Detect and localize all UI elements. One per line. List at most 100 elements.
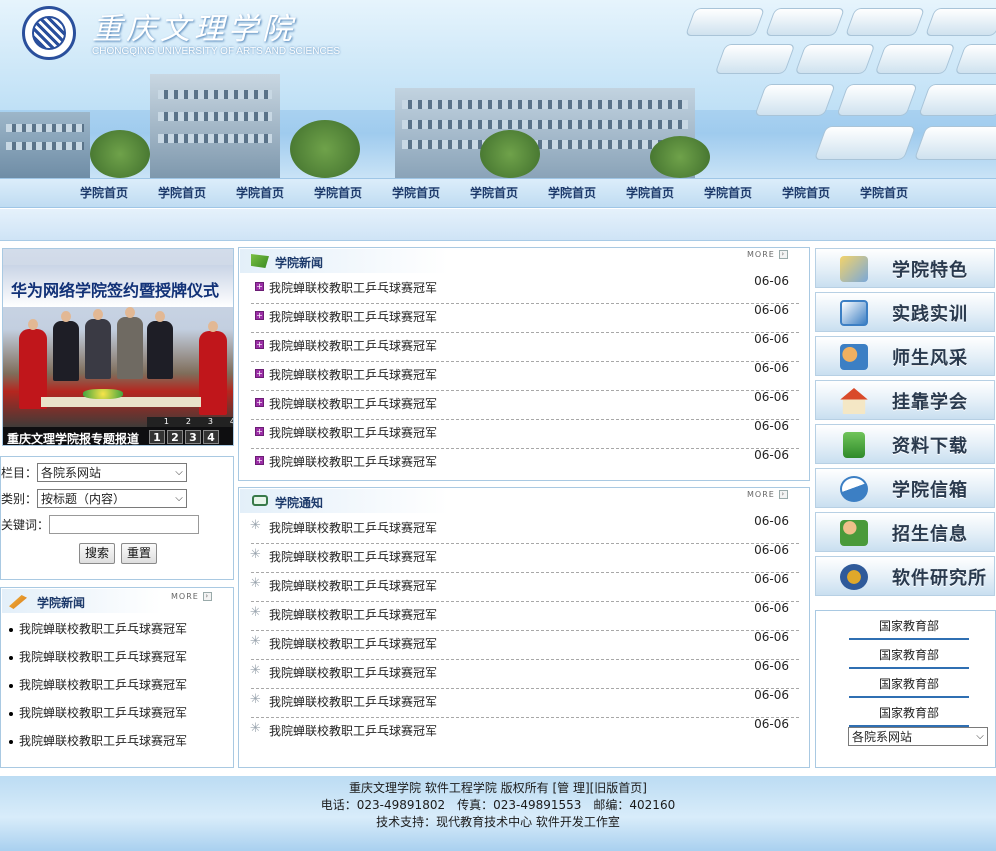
notice-row-date: 06-06: [754, 543, 789, 557]
slideshow-figure: [117, 317, 143, 379]
center-news-panel: 学院新闻 MORE › + 我院蝉联校教职工乒乓球赛冠军 06-06 + 我院蝉联校教职…: [238, 247, 810, 481]
nav-item-home[interactable]: 学院首页: [548, 179, 626, 208]
notice-row-title: 我院蝉联校教职工乒乓球赛冠军: [269, 724, 438, 738]
notice-row[interactable]: ✳ 我院蝉联校教职工乒乓球赛冠军 06-06: [250, 630, 799, 660]
menu-admissions[interactable]: 招生信息: [815, 512, 995, 552]
news-row-title: 我院蝉联校教职工乒乓球赛冠军: [269, 455, 438, 469]
slideshow-figure-head: [93, 309, 103, 320]
list-item[interactable]: 我院蝉联校教职工乒乓球赛冠军: [9, 620, 187, 637]
nav-item-home[interactable]: 学院首页: [314, 179, 392, 208]
slideshow-thumb-4[interactable]: 4: [213, 417, 233, 427]
news-row[interactable]: + 我院蝉联校教职工乒乓球赛冠军 06-06: [251, 390, 799, 420]
globe-icon: [840, 564, 868, 590]
news-row[interactable]: + 我院蝉联校教职工乒乓球赛冠军 06-06: [251, 448, 799, 478]
menu-software-institute[interactable]: 软件研究所: [815, 556, 995, 596]
menu-practice-training[interactable]: 实践实训: [815, 292, 995, 332]
menu-downloads[interactable]: 资料下载: [815, 424, 995, 464]
notice-row[interactable]: ✳ 我院蝉联校教职工乒乓球赛冠军 06-06: [250, 659, 799, 689]
menu-label: 学院特色: [892, 260, 968, 281]
banner-tree: [650, 136, 710, 178]
nav-item-home[interactable]: 学院首页: [626, 179, 704, 208]
link-ministry-of-education[interactable]: 国家教育部: [849, 704, 969, 727]
search-keyword-label: 关键词：: [1, 518, 50, 532]
bullet-icon: [9, 739, 13, 744]
news-row[interactable]: + 我院蝉联校教职工乒乓球赛冠军 06-06: [251, 274, 799, 304]
links-panel: 国家教育部 国家教育部 国家教育部 国家教育部 各院系网站 ⌵: [815, 610, 996, 768]
nav-item-home[interactable]: 学院首页: [704, 179, 782, 208]
menu-college-features[interactable]: 学院特色: [815, 248, 995, 288]
menu-college-mailbox[interactable]: 学院信箱: [815, 468, 995, 508]
reset-button[interactable]: 重置: [121, 543, 157, 564]
news-row-date: 06-06: [754, 274, 789, 288]
slideshow-figure: [199, 331, 227, 415]
menu-faculty-students[interactable]: 师生风采: [815, 336, 995, 376]
center-news-more-link[interactable]: MORE ›: [747, 250, 788, 259]
menu-label: 软件研究所: [892, 568, 987, 589]
banner-keyboard-key: [874, 44, 956, 74]
news-row[interactable]: + 我院蝉联校教职工乒乓球赛冠军 06-06: [251, 303, 799, 333]
notice-row-title: 我院蝉联校教职工乒乓球赛冠军: [269, 608, 438, 622]
list-item-title: 我院蝉联校教职工乒乓球赛冠军: [19, 678, 188, 692]
slideshow-banner-text: 华为网络学院签约暨授牌仪式: [11, 281, 220, 300]
notice-row[interactable]: ✳ 我院蝉联校教职工乒乓球赛冠军 06-06: [250, 572, 799, 602]
list-item[interactable]: 我院蝉联校教职工乒乓球赛冠军: [9, 732, 187, 749]
list-item[interactable]: 我院蝉联校教职工乒乓球赛冠军: [9, 648, 187, 665]
news-row-date: 06-06: [754, 390, 789, 404]
notice-row-date: 06-06: [754, 601, 789, 615]
search-keyword-row: 关键词：: [1, 515, 200, 534]
list-item[interactable]: 我院蝉联校教职工乒乓球赛冠军: [9, 704, 187, 721]
slideshow-page-2[interactable]: 2: [167, 430, 183, 444]
main-nav-list: 学院首页 学院首页 学院首页 学院首页 学院首页 学院首页 学院首页 学院首页 …: [80, 179, 938, 208]
notice-row[interactable]: ✳ 我院蝉联校教职工乒乓球赛冠军 06-06: [250, 688, 799, 718]
search-column-row: 栏目： 各院系网站 ⌵: [1, 463, 188, 482]
notice-row[interactable]: ✳ 我院蝉联校教职工乒乓球赛冠军 06-06: [250, 717, 799, 747]
nav-item-home[interactable]: 学院首页: [392, 179, 470, 208]
slideshow-page-3[interactable]: 3: [185, 430, 201, 444]
link-ministry-of-education[interactable]: 国家教育部: [849, 617, 969, 640]
plus-icon: +: [255, 369, 264, 378]
menu-label: 师生风采: [892, 348, 968, 369]
search-keyword-input[interactable]: [49, 515, 200, 534]
list-item-title: 我院蝉联校教职工乒乓球赛冠军: [19, 706, 188, 720]
news-row[interactable]: + 我院蝉联校教职工乒乓球赛冠军 06-06: [251, 419, 799, 449]
banner-building-windows: [158, 90, 272, 99]
left-news-more-link[interactable]: MORE ›: [171, 592, 212, 601]
notice-row[interactable]: ✳ 我院蝉联校教职工乒乓球赛冠军 06-06: [250, 601, 799, 631]
search-type-select[interactable]: 按标题（内容） ⌵: [37, 489, 188, 508]
department-site-select[interactable]: 各院系网站 ⌵: [848, 727, 988, 746]
slideshow-page-4[interactable]: 4: [203, 430, 219, 444]
slideshow-caption[interactable]: 重庆文理学院报专题报道: [7, 430, 147, 445]
search-column-select[interactable]: 各院系网站 ⌵: [37, 463, 188, 482]
slideshow-image[interactable]: 华为网络学院签约暨授牌仪式 1 2 3 4: [3, 249, 233, 427]
nav-item-home[interactable]: 学院首页: [80, 179, 158, 208]
search-button[interactable]: 搜索: [79, 543, 115, 564]
news-slideshow[interactable]: 华为网络学院签约暨授牌仪式 1 2 3 4 重庆文理学院报专题报道 1 2 3 …: [2, 248, 234, 446]
nav-item-home[interactable]: 学院首页: [782, 179, 860, 208]
slideshow-figure-head: [28, 319, 38, 330]
news-row[interactable]: + 我院蝉联校教职工乒乓球赛冠军 06-06: [251, 332, 799, 362]
school-logo[interactable]: [22, 6, 76, 60]
center-notice-more-link[interactable]: MORE ›: [747, 490, 788, 499]
notice-row-date: 06-06: [754, 572, 789, 586]
slideshow-thumb-1[interactable]: 1: [147, 417, 169, 427]
slideshow-thumb-2[interactable]: 2: [169, 417, 191, 427]
banner-keyboard-key: [913, 126, 996, 160]
nav-item-home[interactable]: 学院首页: [236, 179, 314, 208]
nav-item-home[interactable]: 学院首页: [158, 179, 236, 208]
nav-item-home[interactable]: 学院首页: [470, 179, 548, 208]
link-ministry-of-education[interactable]: 国家教育部: [849, 646, 969, 669]
notice-row[interactable]: ✳ 我院蝉联校教职工乒乓球赛冠军 06-06: [250, 514, 799, 544]
sub-nav-bar: [0, 209, 996, 241]
plus-icon: +: [255, 340, 264, 349]
slideshow-page-1[interactable]: 1: [149, 430, 165, 444]
link-ministry-of-education[interactable]: 国家教育部: [849, 675, 969, 698]
menu-affiliated-society[interactable]: 挂靠学会: [815, 380, 995, 420]
notice-row[interactable]: ✳ 我院蝉联校教职工乒乓球赛冠军 06-06: [250, 543, 799, 573]
nav-item-home[interactable]: 学院首页: [860, 179, 938, 208]
news-row[interactable]: + 我院蝉联校教职工乒乓球赛冠军 06-06: [251, 361, 799, 391]
slideshow-thumb-3[interactable]: 3: [191, 417, 213, 427]
plus-icon: +: [255, 427, 264, 436]
list-item[interactable]: 我院蝉联校教职工乒乓球赛冠军: [9, 676, 187, 693]
slideshow-figure: [53, 321, 79, 381]
banner-building-windows: [402, 140, 688, 149]
